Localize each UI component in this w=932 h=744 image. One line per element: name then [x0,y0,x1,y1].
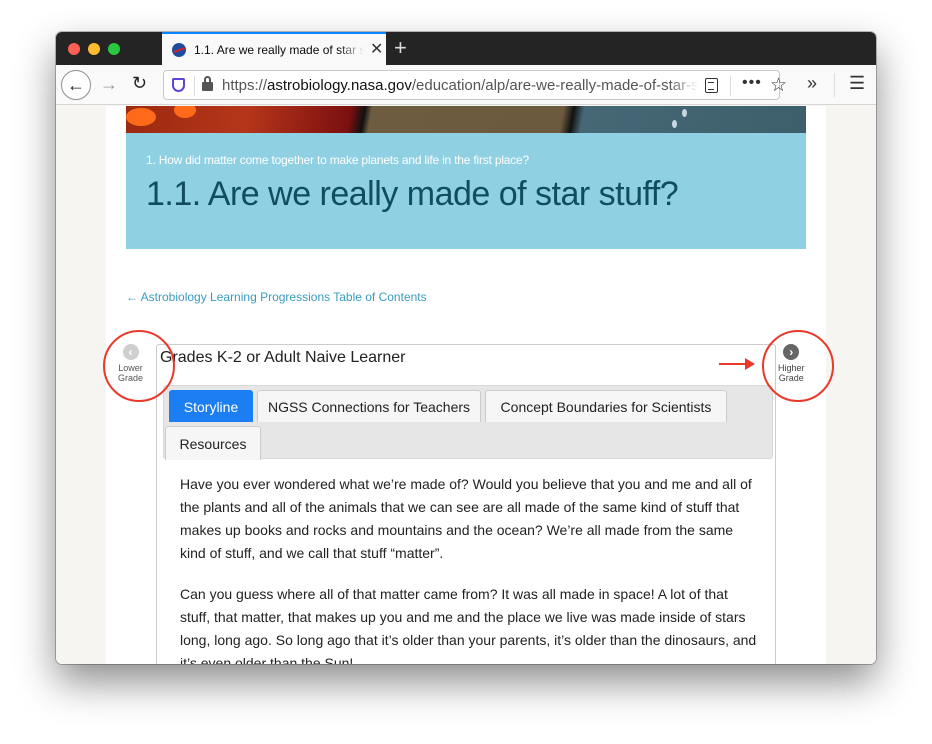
ice-shape [682,109,687,117]
grade-level-title: Grades K-2 or Adult Naive Learner [160,349,406,366]
chevron-right-icon: › [783,344,800,360]
nasa-favicon-icon [172,42,186,57]
url-divider [730,76,731,96]
annotation-arrow-icon [719,358,755,370]
close-window-button[interactable] [68,43,80,55]
new-tab-button[interactable]: + [394,36,407,60]
page-actions-more-icon[interactable]: ••• [742,74,762,92]
navigation-toolbar: ← → ↻ https://astrobiology.nasa.gov/educ… [56,65,876,105]
chevron-left-icon: ‹ [122,344,139,360]
tab-resources[interactable]: Resources [165,426,261,460]
higher-grade-button[interactable]: › Higher Grade [778,344,805,383]
ice-shape [672,120,677,128]
storyline-content: Have you ever wondered what we’re made o… [180,473,760,664]
close-tab-icon[interactable]: ✕ [370,41,383,58]
paragraph: Have you ever wondered what we’re made o… [180,476,752,561]
url-bar[interactable]: https://astrobiology.nasa.gov/education/… [163,70,787,100]
forward-button[interactable]: → [100,74,118,95]
tab-title: 1.1. Are we really made of star stuff? [194,42,364,57]
hero-banner: 1. How did matter come together to make … [126,133,806,249]
toolbar-divider [834,73,835,97]
hero-subtitle: 1. How did matter come together to make … [146,153,530,167]
toolbar-overflow-icon[interactable]: » [807,73,817,94]
content-tabs: Storyline NGSS Connections for Teachers … [163,385,773,460]
lava-shape [126,108,156,126]
browser-tab-active[interactable]: 1.1. Are we really made of star stuff? ✕ [162,32,386,65]
minimize-window-button[interactable] [88,43,100,55]
lower-grade-label-2: Grade [118,373,144,383]
hamburger-menu-icon[interactable]: ☰ [849,73,865,94]
bookmark-star-icon[interactable]: ☆ [770,74,787,97]
hero-illustration [126,106,806,133]
tab-storyline[interactable]: Storyline [169,390,253,422]
paragraph: Can you guess where all of that matter c… [180,586,757,664]
url-prefix: https:// [222,77,268,94]
page-title: 1.1. Are we really made of star stuff? [146,175,679,213]
higher-grade-label-1: Higher [778,363,805,373]
lower-grade-label-1: Lower [118,363,143,373]
zoom-window-button[interactable] [108,43,120,55]
tracking-protection-shield-icon[interactable] [172,78,185,92]
lava-shape [174,106,196,118]
table-of-contents-link[interactable]: ← Astrobiology Learning Progressions Tab… [126,290,427,304]
browser-window: 1.1. Are we really made of star stuff? ✕… [56,32,876,664]
url-divider [194,76,195,96]
url-path: /education/alp/are-we-really-made-of-sta… [411,77,698,94]
back-button[interactable]: ← [61,70,91,100]
higher-grade-label-2: Grade [778,373,804,383]
lock-icon[interactable] [202,76,213,91]
lower-grade-button[interactable]: ‹ Lower Grade [118,344,143,383]
reload-button[interactable]: ↻ [132,73,147,94]
tab-ngss-connections[interactable]: NGSS Connections for Teachers [257,390,481,422]
url-host: astrobiology.nasa.gov [267,77,412,94]
reader-view-icon[interactable] [705,78,718,93]
tab-strip: 1.1. Are we really made of star stuff? ✕… [56,32,876,65]
page-content: 1. How did matter come together to make … [103,106,834,664]
grade-panel: Grades K-2 or Adult Naive Learner Storyl… [156,344,776,664]
tab-concept-boundaries[interactable]: Concept Boundaries for Scientists [485,390,727,422]
page-viewport: 1. How did matter come together to make … [56,106,876,664]
url-text[interactable]: https://astrobiology.nasa.gov/education/… [222,77,698,94]
